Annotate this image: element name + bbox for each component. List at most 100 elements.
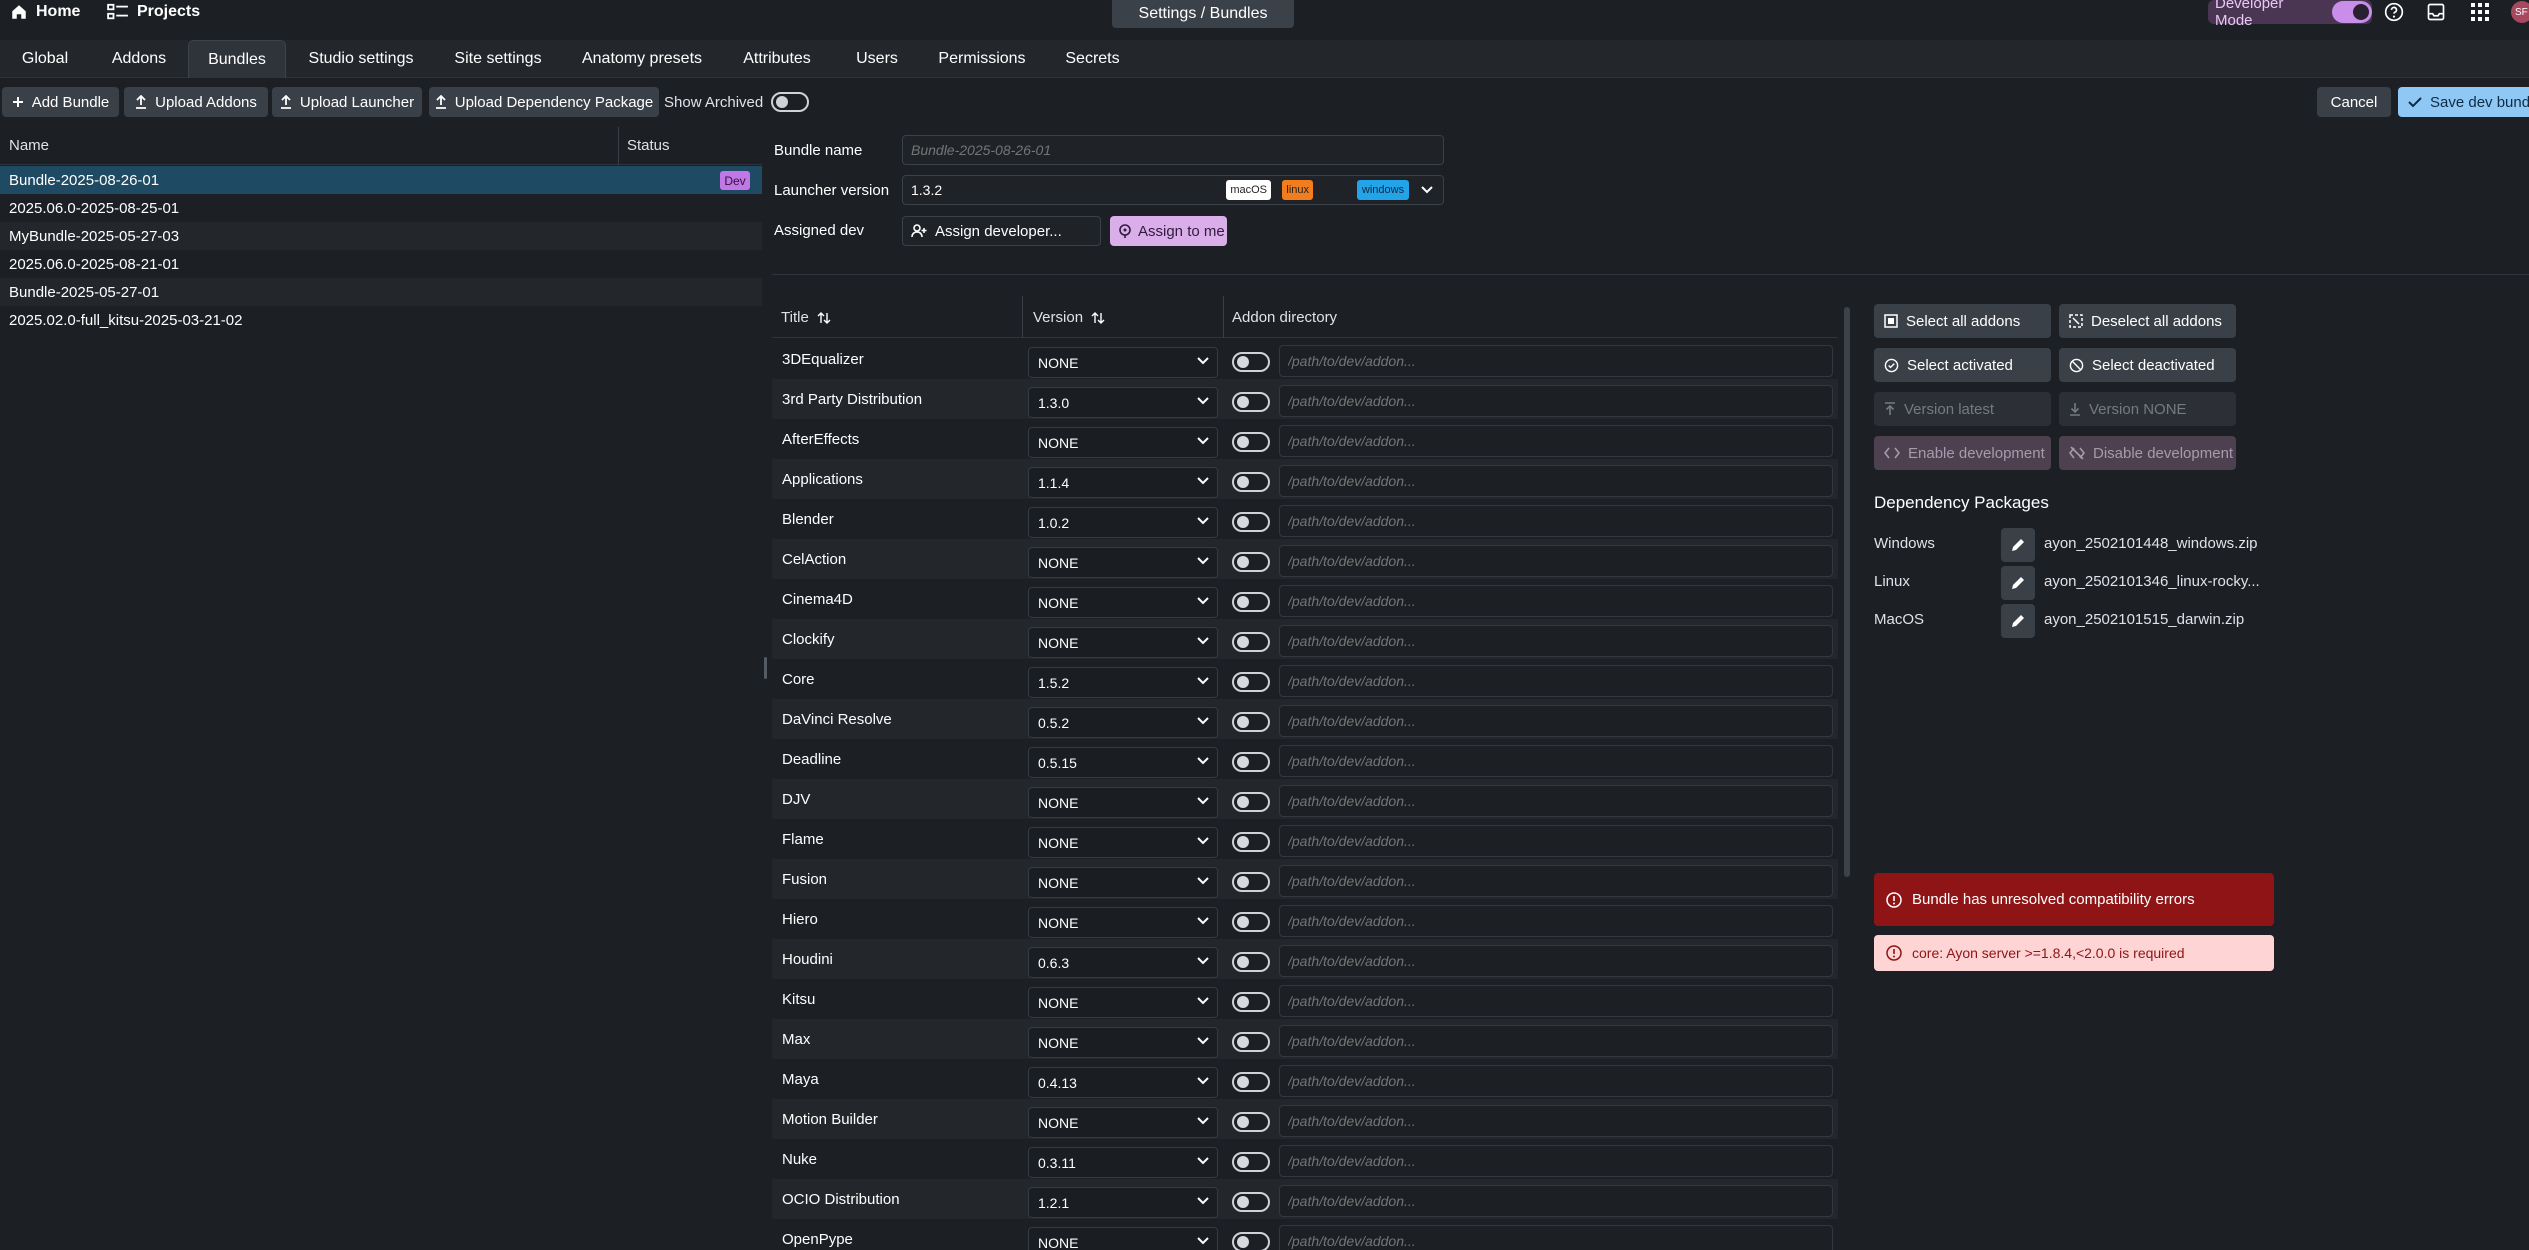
- addon-version-select[interactable]: NONE: [1028, 987, 1218, 1018]
- upload-launcher-button[interactable]: Upload Launcher: [272, 87, 422, 117]
- addon-dev-toggle[interactable]: [1232, 792, 1270, 812]
- tab-anatomy-presets[interactable]: Anatomy presets: [574, 40, 710, 78]
- version-latest-button[interactable]: Version latest: [1874, 392, 2051, 426]
- addon-version-select[interactable]: 0.4.13: [1028, 1067, 1218, 1098]
- bundle-row[interactable]: 2025.06.0-2025-08-25-01: [0, 194, 762, 222]
- addon-dev-toggle[interactable]: [1232, 1152, 1270, 1172]
- addon-directory-input[interactable]: [1279, 865, 1833, 897]
- addon-dev-toggle[interactable]: [1232, 712, 1270, 732]
- assign-developer-button[interactable]: Assign developer...: [902, 216, 1101, 246]
- addon-dev-toggle[interactable]: [1232, 832, 1270, 852]
- col-name-header[interactable]: Name: [9, 137, 49, 154]
- addon-dev-toggle[interactable]: [1232, 912, 1270, 932]
- assign-to-me-button[interactable]: Assign to me: [1110, 216, 1227, 246]
- show-archived-switch[interactable]: [771, 92, 810, 112]
- addon-version-select[interactable]: NONE: [1028, 587, 1218, 618]
- show-archived-toggle[interactable]: Show Archived: [664, 87, 810, 117]
- bundle-name-input[interactable]: [902, 135, 1444, 165]
- tab-attributes[interactable]: Attributes: [730, 40, 824, 78]
- avatar[interactable]: SF: [2511, 1, 2529, 23]
- addon-version-select[interactable]: 1.5.2: [1028, 667, 1218, 698]
- select-activated-button[interactable]: Select activated: [1874, 348, 2051, 382]
- panel-splitter[interactable]: [762, 127, 772, 1250]
- addon-directory-input[interactable]: [1279, 465, 1833, 497]
- cancel-button[interactable]: Cancel: [2317, 87, 2391, 117]
- col-title-header[interactable]: Title: [781, 309, 831, 326]
- deselect-all-addons-button[interactable]: Deselect all addons: [2059, 304, 2236, 338]
- addon-dev-toggle[interactable]: [1232, 552, 1270, 572]
- addon-version-select[interactable]: NONE: [1028, 1107, 1218, 1138]
- addon-version-select[interactable]: NONE: [1028, 347, 1218, 378]
- help-icon[interactable]: [2380, 0, 2408, 24]
- col-status-header[interactable]: Status: [627, 137, 670, 154]
- addon-version-select[interactable]: NONE: [1028, 1027, 1218, 1058]
- version-none-button[interactable]: Version NONE: [2059, 392, 2236, 426]
- addon-directory-input[interactable]: [1279, 745, 1833, 777]
- disable-development-button[interactable]: Disable development: [2059, 436, 2236, 470]
- addon-dev-toggle[interactable]: [1232, 352, 1270, 372]
- addon-table-scrollbar[interactable]: [1844, 307, 1850, 877]
- addon-dev-toggle[interactable]: [1232, 1232, 1270, 1250]
- addon-directory-input[interactable]: [1279, 905, 1833, 937]
- addon-dev-toggle[interactable]: [1232, 752, 1270, 772]
- edit-package-button[interactable]: [2001, 566, 2035, 600]
- developer-mode-toggle[interactable]: Developer Mode: [2208, 0, 2372, 29]
- addon-version-select[interactable]: NONE: [1028, 427, 1218, 458]
- bundle-row[interactable]: MyBundle-2025-05-27-03: [0, 222, 762, 250]
- addon-directory-input[interactable]: [1279, 625, 1833, 657]
- addon-dev-toggle[interactable]: [1232, 472, 1270, 492]
- addon-directory-input[interactable]: [1279, 545, 1833, 577]
- splitter-handle[interactable]: [764, 657, 767, 679]
- addon-version-select[interactable]: 0.6.3: [1028, 947, 1218, 978]
- col-directory-header[interactable]: Addon directory: [1232, 309, 1337, 326]
- select-all-addons-button[interactable]: Select all addons: [1874, 304, 2051, 338]
- addon-directory-input[interactable]: [1279, 1145, 1833, 1177]
- tab-secrets[interactable]: Secrets: [1055, 40, 1130, 78]
- apps-grid-icon[interactable]: [2466, 0, 2494, 24]
- addon-version-select[interactable]: NONE: [1028, 1227, 1218, 1250]
- addon-directory-input[interactable]: [1279, 505, 1833, 537]
- column-divider[interactable]: [1022, 296, 1023, 338]
- addon-dev-toggle[interactable]: [1232, 672, 1270, 692]
- addon-directory-input[interactable]: [1279, 1225, 1833, 1250]
- addon-version-select[interactable]: 0.3.11: [1028, 1147, 1218, 1178]
- addon-version-select[interactable]: NONE: [1028, 787, 1218, 818]
- addon-dev-toggle[interactable]: [1232, 1112, 1270, 1132]
- enable-development-button[interactable]: Enable development: [1874, 436, 2051, 470]
- bundle-row[interactable]: 2025.02.0-full_kitsu-2025-03-21-02: [0, 306, 762, 334]
- addon-dev-toggle[interactable]: [1232, 952, 1270, 972]
- upload-dependency-button[interactable]: Upload Dependency Package: [429, 87, 659, 117]
- addon-directory-input[interactable]: [1279, 1065, 1833, 1097]
- addon-directory-input[interactable]: [1279, 1105, 1833, 1137]
- addon-dev-toggle[interactable]: [1232, 392, 1270, 412]
- addon-dev-toggle[interactable]: [1232, 512, 1270, 532]
- column-divider[interactable]: [1223, 296, 1224, 338]
- addon-version-select[interactable]: NONE: [1028, 627, 1218, 658]
- addon-dev-toggle[interactable]: [1232, 632, 1270, 652]
- save-dev-bundle-button[interactable]: Save dev bundle: [2398, 87, 2529, 117]
- bundle-row[interactable]: Bundle-2025-08-26-01 Dev: [0, 166, 762, 194]
- addon-version-select[interactable]: NONE: [1028, 907, 1218, 938]
- addon-version-select[interactable]: 0.5.2: [1028, 707, 1218, 738]
- addon-dev-toggle[interactable]: [1232, 1192, 1270, 1212]
- inbox-icon[interactable]: [2422, 0, 2450, 24]
- upload-addons-button[interactable]: Upload Addons: [124, 87, 268, 117]
- col-version-header[interactable]: Version: [1033, 309, 1105, 326]
- addon-dev-toggle[interactable]: [1232, 872, 1270, 892]
- bundle-row[interactable]: 2025.06.0-2025-08-21-01: [0, 250, 762, 278]
- addon-dev-toggle[interactable]: [1232, 592, 1270, 612]
- addon-version-select[interactable]: 0.5.15: [1028, 747, 1218, 778]
- addon-version-select[interactable]: NONE: [1028, 827, 1218, 858]
- addon-version-select[interactable]: 1.3.0: [1028, 387, 1218, 418]
- addon-directory-input[interactable]: [1279, 1025, 1833, 1057]
- addon-dev-toggle[interactable]: [1232, 1072, 1270, 1092]
- addon-directory-input[interactable]: [1279, 825, 1833, 857]
- addon-directory-input[interactable]: [1279, 585, 1833, 617]
- edit-package-button[interactable]: [2001, 528, 2035, 562]
- addon-version-select[interactable]: 1.1.4: [1028, 467, 1218, 498]
- addon-directory-input[interactable]: [1279, 1185, 1833, 1217]
- add-bundle-button[interactable]: Add Bundle: [2, 87, 119, 117]
- column-divider[interactable]: [618, 127, 619, 165]
- addon-directory-input[interactable]: [1279, 985, 1833, 1017]
- addon-version-select[interactable]: NONE: [1028, 867, 1218, 898]
